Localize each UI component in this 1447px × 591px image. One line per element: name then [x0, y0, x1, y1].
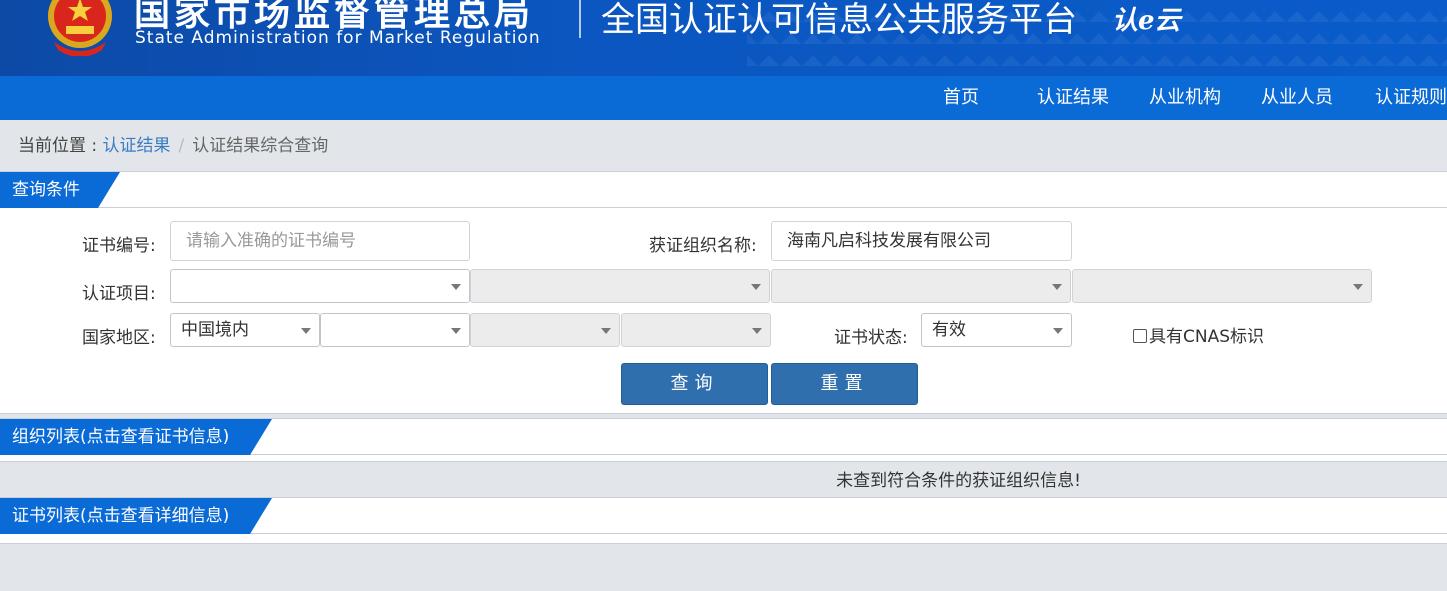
platform-logo: 认e云 — [1112, 6, 1181, 36]
region-select-value: 中国境内 — [181, 320, 249, 340]
status-label: 证书状态: — [834, 328, 908, 348]
org-list-empty-message: 未查到符合条件的获证组织信息! — [836, 471, 1081, 491]
header-divider — [579, 0, 581, 38]
breadcrumb-prefix: 当前位置 : — [18, 136, 103, 156]
project-select-4[interactable] — [1072, 269, 1372, 303]
region-select-province[interactable] — [320, 313, 470, 347]
national-emblem-icon — [48, 0, 112, 56]
chevron-down-icon — [601, 328, 611, 334]
cert-list-panel: 证书列表(点击查看详细信息) — [0, 497, 1447, 544]
org-name-input[interactable]: 海南凡启科技发展有限公司 — [771, 221, 1072, 261]
breadcrumb-separator: / — [178, 136, 185, 156]
breadcrumb-link-cert-results[interactable]: 认证结果 — [103, 136, 171, 156]
region-select-city[interactable] — [470, 313, 620, 347]
cnas-checkbox-wrap[interactable]: 具有CNAS标识 — [1133, 322, 1264, 347]
chevron-down-icon — [451, 328, 461, 334]
site-header: 国家市场监督管理总局 State Administration for Mark… — [0, 0, 1447, 76]
reset-button[interactable]: 重置 — [771, 363, 918, 405]
nav-item-personnel[interactable]: 从业人员 — [1261, 76, 1333, 120]
cert-list-panel-title: 证书列表(点击查看详细信息) — [0, 498, 272, 534]
chevron-down-icon — [451, 284, 461, 290]
query-panel-title: 查询条件 — [0, 172, 120, 208]
project-select-3[interactable] — [771, 269, 1071, 303]
nav-item-rules[interactable]: 认证规则 — [1375, 76, 1447, 120]
nav-item-home[interactable]: 首页 — [943, 76, 979, 120]
project-label: 认证项目: — [82, 284, 156, 304]
region-label: 国家地区: — [82, 328, 156, 348]
cert-no-input[interactable] — [170, 221, 470, 261]
org-list-panel-header: 组织列表(点击查看证书信息) — [0, 419, 1447, 455]
breadcrumb: 当前位置 : 认证结果 / 认证结果综合查询 — [18, 131, 328, 156]
breadcrumb-current: 认证结果综合查询 — [192, 136, 329, 156]
checkbox-icon[interactable] — [1133, 329, 1147, 343]
status-select[interactable]: 有效 — [921, 313, 1072, 347]
chevron-down-icon — [301, 328, 311, 334]
agency-name-en: State Administration for Market Regulati… — [135, 28, 541, 48]
cert-no-label: 证书编号: — [82, 236, 156, 256]
cert-list-panel-header: 证书列表(点击查看详细信息) — [0, 498, 1447, 534]
project-select-1[interactable] — [170, 269, 470, 303]
search-button[interactable]: 查询 — [621, 363, 768, 405]
nav-item-institutions[interactable]: 从业机构 — [1149, 76, 1221, 120]
org-list-panel: 组织列表(点击查看证书信息) — [0, 418, 1447, 462]
nav-item-cert-results[interactable]: 认证结果 — [1037, 76, 1109, 120]
region-select-country[interactable]: 中国境内 — [170, 313, 320, 347]
project-select-2[interactable] — [470, 269, 770, 303]
main-nav: 首页 认证结果 从业机构 从业人员 认证规则 — [0, 76, 1447, 120]
region-select-district[interactable] — [621, 313, 771, 347]
chevron-down-icon — [751, 284, 761, 290]
chevron-down-icon — [752, 328, 762, 334]
platform-title: 全国认证认可信息公共服务平台 — [601, 0, 1077, 40]
chevron-down-icon — [1353, 284, 1363, 290]
org-name-label: 获证组织名称: — [649, 236, 757, 256]
cnas-checkbox-label: 具有CNAS标识 — [1149, 327, 1265, 347]
query-panel-header: 查询条件 — [0, 172, 1447, 208]
org-list-panel-title: 组织列表(点击查看证书信息) — [0, 419, 272, 455]
chevron-down-icon — [1052, 284, 1062, 290]
status-select-value: 有效 — [932, 320, 966, 340]
chevron-down-icon — [1053, 328, 1063, 334]
